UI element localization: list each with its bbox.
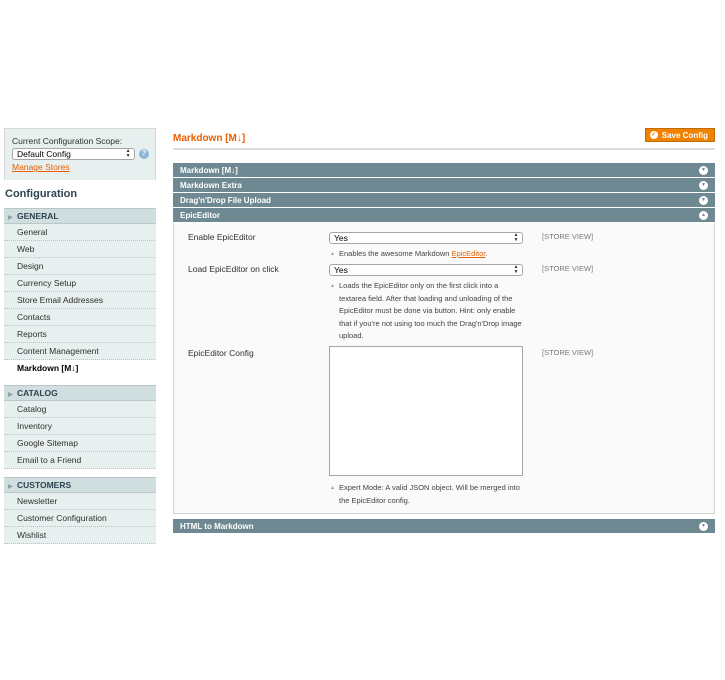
note-epiceditor-config: ▲ Expert Mode: A valid JSON object. Will… [330,483,520,505]
scope-enable-epiceditor: [STORE VIEW] [542,232,594,241]
section-header-markdown[interactable]: Markdown [M↓] ▼ [173,163,715,178]
sidebar-item-currency-setup[interactable]: Currency Setup [4,275,156,292]
sidebar: Current Configuration Scope: Default Con… [4,128,156,552]
expand-icon: ▼ [699,522,708,531]
sidebar-group-head-general[interactable]: ▶ GENERAL [4,208,156,224]
sidebar-item-contacts[interactable]: Contacts [4,309,156,326]
sidebar-item-google-sitemap[interactable]: Google Sitemap [4,435,156,452]
note-triangle-icon: ▲ [330,251,335,257]
sidebar-group-head-customers[interactable]: ▶ CUSTOMERS [4,477,156,493]
section-header-epiceditor[interactable]: EpicEditor ▲ [173,208,715,223]
expand-icon: ▼ [699,166,708,175]
label-epiceditor-config: EpicEditor Config [188,348,254,358]
scope-switcher: Current Configuration Scope: Default Con… [4,128,156,180]
label-load-on-click: Load EpicEditor on click [188,264,279,274]
select-enable-epiceditor[interactable]: Yes ▲ ▼ [329,232,523,244]
note-load-on-click: ▲ Loads the EpicEditor only on the first… [330,281,522,340]
sidebar-item-content-management[interactable]: Content Management [4,343,156,360]
main-content: Markdown [M↓] ✓ Save Config Markdown [M↓… [173,128,715,534]
sidebar-item-inventory[interactable]: Inventory [4,418,156,435]
select-arrows-icon: ▲ ▼ [125,148,131,159]
section-header-html-to-markdown[interactable]: HTML to Markdown ▼ [173,519,715,534]
sidebar-group-general: ▶ GENERAL General Web Design Currency Set… [4,208,156,377]
sidebar-item-general[interactable]: General [4,224,156,241]
help-icon[interactable]: ? [139,149,149,159]
triangle-icon: ▶ [8,484,13,490]
scope-label: Current Configuration Scope: [12,136,123,146]
note-triangle-icon: ▲ [330,485,335,491]
sidebar-title: Configuration [4,180,156,208]
expand-icon: ▼ [699,181,708,190]
sidebar-item-store-email-addresses[interactable]: Store Email Addresses [4,292,156,309]
sidebar-item-web[interactable]: Web [4,241,156,258]
sidebar-item-catalog[interactable]: Catalog [4,401,156,418]
page-header: Markdown [M↓] ✓ Save Config [173,128,715,150]
select-load-on-click[interactable]: Yes ▲ ▼ [329,264,523,276]
check-circle-icon: ✓ [649,131,658,139]
scope-epiceditor-config: [STORE VIEW] [542,348,594,357]
select-arrows-icon: ▲ ▼ [513,264,519,275]
select-arrows-icon: ▲ ▼ [513,232,519,243]
sidebar-item-markdown[interactable]: Markdown [M↓] [4,360,156,377]
scope-select[interactable]: Default Config ▲ ▼ [12,148,136,160]
sidebar-group-head-catalog[interactable]: ▶ CATALOG [4,385,156,401]
note-triangle-icon: ▲ [330,283,335,289]
label-enable-epiceditor: Enable EpicEditor [188,232,256,242]
epiceditor-fieldset: Enable EpicEditor Yes ▲ ▼ ▲ Enables the aw… [173,223,715,514]
triangle-icon: ▶ [8,392,13,398]
page-title: Markdown [M↓] [173,133,246,144]
manage-stores-link[interactable]: Manage Stores [12,162,70,172]
sidebar-item-customer-configuration[interactable]: Customer Configuration [4,510,156,527]
sidebar-item-reports[interactable]: Reports [4,326,156,343]
note-enable-epiceditor: ▲ Enables the awesome Markdown EpicEditor… [329,248,523,261]
sidebar-item-design[interactable]: Design [4,258,156,275]
triangle-icon: ▶ [8,215,13,221]
section-header-markdown-extra[interactable]: Markdown Extra ▼ [173,178,715,193]
sidebar-item-wishlist[interactable]: Wishlist [4,527,156,544]
collapse-icon: ▲ [699,211,708,220]
epiceditor-link[interactable]: EpicEditor [452,249,486,258]
sidebar-item-newsletter[interactable]: Newsletter [4,493,156,510]
sidebar-group-catalog: ▶ CATALOG Catalog Inventory Google Sitema… [4,385,156,469]
scope-load-on-click: [STORE VIEW] [542,264,594,273]
save-config-button[interactable]: ✓ Save Config [644,128,715,142]
config-sections: Markdown [M↓] ▼ Markdown Extra ▼ Drag'n'… [173,163,715,534]
sidebar-item-email-to-a-friend[interactable]: Email to a Friend [4,452,156,469]
expand-icon: ▼ [699,196,708,205]
section-header-dragdrop-upload[interactable]: Drag'n'Drop File Upload ▼ [173,193,715,208]
epiceditor-config-textarea[interactable] [329,346,523,476]
sidebar-group-customers: ▶ CUSTOMERS Newsletter Customer Configura… [4,477,156,544]
